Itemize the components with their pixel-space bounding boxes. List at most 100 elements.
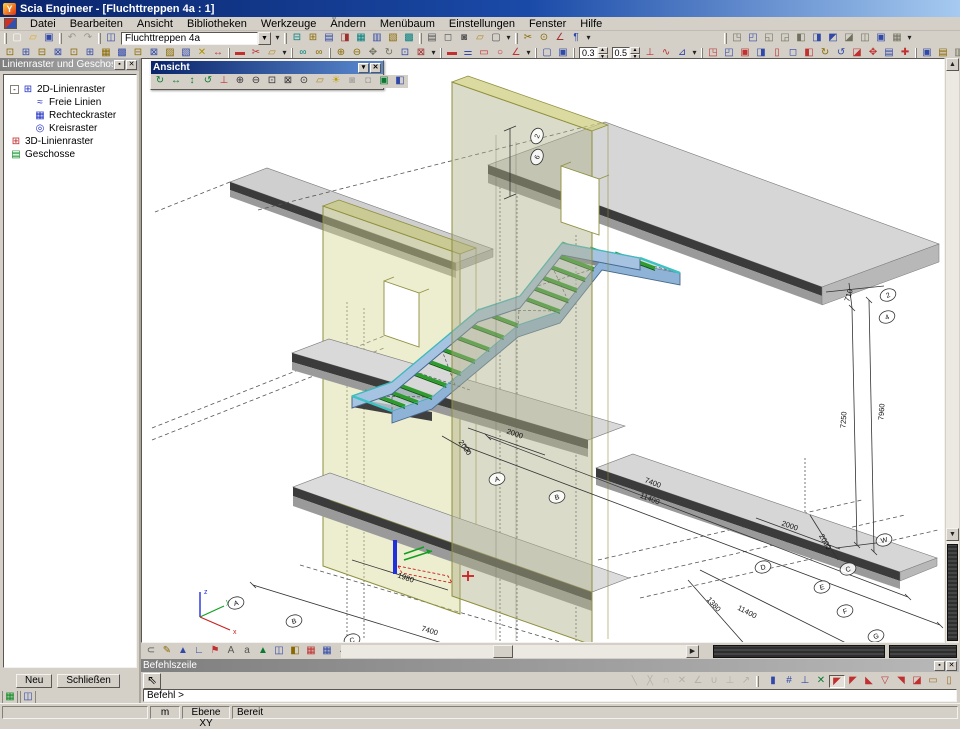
- toolbar-grip[interactable]: [291, 48, 293, 59]
- view-front-icon[interactable]: ◨: [809, 32, 825, 45]
- screenshot-icon[interactable]: ◙: [456, 32, 472, 45]
- tree-item-label[interactable]: Rechteckraster: [49, 110, 116, 121]
- clip-box-icon[interactable]: ▣: [873, 32, 889, 45]
- results-table-icon[interactable]: ▩: [401, 32, 417, 45]
- terrain-icon[interactable]: ▲: [255, 645, 271, 658]
- snap-surface-icon[interactable]: ▭: [925, 675, 941, 688]
- command-input[interactable]: Befehl >: [143, 689, 957, 702]
- project-combobox[interactable]: Fluchttreppen 4a ▼: [121, 32, 271, 45]
- snap-perp-icon[interactable]: ⊥: [722, 675, 738, 688]
- measure-icon[interactable]: ∠: [552, 32, 568, 45]
- zoom-all-icon[interactable]: ⊠: [280, 75, 296, 88]
- snap-cross-icon[interactable]: ╳: [642, 675, 658, 688]
- dropdown-arrow[interactable]: ▾: [504, 32, 513, 45]
- menu-item-datei[interactable]: Datei: [23, 17, 63, 31]
- menu-item-ansicht[interactable]: Ansicht: [130, 17, 180, 31]
- tree-item-rechteckraster[interactable]: ▦Rechteckraster: [8, 109, 136, 122]
- cursor-settings-icon[interactable]: ▮: [765, 675, 781, 688]
- spin-up-icon[interactable]: ▲: [630, 47, 640, 54]
- ansicht-header[interactable]: Ansicht ▾ ✕: [151, 61, 383, 74]
- toolbar-grip[interactable]: [573, 48, 575, 59]
- snap-ortho-point-icon[interactable]: ▽: [877, 675, 893, 688]
- open-view-icon[interactable]: ▱: [312, 75, 328, 88]
- ansicht-toolbar[interactable]: Ansicht ▾ ✕ ↻↔↕↺⊥⊕⊖⊡⊠⊙▱☀◙◘▣◧: [150, 60, 384, 90]
- menu-item-bibliotheken[interactable]: Bibliotheken: [180, 17, 254, 31]
- perspective-view-icon[interactable]: ◫: [857, 32, 873, 45]
- wireframe-view-icon[interactable]: ◳: [729, 32, 745, 45]
- snap-node-icon[interactable]: ◤: [845, 675, 861, 688]
- print-icon[interactable]: ▤: [424, 32, 440, 45]
- rendered-view-icon[interactable]: ◱: [761, 32, 777, 45]
- shaded-view-icon[interactable]: ◰: [745, 32, 761, 45]
- redo-icon[interactable]: ↷: [80, 32, 96, 45]
- snap-trash-icon[interactable]: ▯: [941, 675, 957, 688]
- zoom-window-icon[interactable]: ⊡: [264, 75, 280, 88]
- scroll-dark-thumb[interactable]: [947, 544, 958, 641]
- info-icon[interactable]: ¶: [568, 32, 584, 45]
- axes-icon[interactable]: ⊥: [216, 75, 232, 88]
- clipboard-icon[interactable]: ✂: [520, 32, 536, 45]
- render-icon[interactable]: ◙: [344, 75, 360, 88]
- dropdown-arrow[interactable]: ▾: [905, 32, 914, 45]
- toolbar-grip[interactable]: [228, 48, 230, 59]
- horizontal-scrollbar[interactable]: ▶: [341, 645, 699, 658]
- toolbar-grip[interactable]: [419, 33, 422, 44]
- menu-item-bearbeiten[interactable]: Bearbeiten: [63, 17, 130, 31]
- scroll-up-icon[interactable]: ▲: [946, 58, 959, 71]
- view-params-icon[interactable]: ◧: [392, 75, 408, 88]
- zoom-document-icon[interactable]: ⊙: [536, 32, 552, 45]
- orbit-view-icon[interactable]: ↺: [200, 75, 216, 88]
- snap-angle-icon[interactable]: ∠: [690, 675, 706, 688]
- camera-icon[interactable]: ◘: [360, 75, 376, 88]
- label-b-icon[interactable]: a: [239, 645, 255, 658]
- toolbar-grip[interactable]: [515, 33, 518, 44]
- close-icon[interactable]: ✕: [126, 60, 137, 70]
- pick-cursor-icon[interactable]: ⇖: [143, 673, 161, 689]
- toolbar-grip[interactable]: [4, 33, 7, 44]
- bim-toolbox-icon[interactable]: ▦: [353, 32, 369, 45]
- snap-ortho-icon[interactable]: ⊥: [797, 675, 813, 688]
- schliessen-button[interactable]: Schließen: [57, 674, 119, 688]
- expander-icon[interactable]: -: [10, 85, 19, 94]
- undo-icon[interactable]: ↶: [64, 32, 80, 45]
- toolbar-grip[interactable]: [701, 48, 703, 59]
- dropdown-arrow[interactable]: ▾: [584, 32, 593, 45]
- libraries-icon[interactable]: ⊞: [305, 32, 321, 45]
- new-project-icon[interactable]: ▢: [9, 32, 25, 45]
- close-all-icon[interactable]: ◫: [103, 32, 119, 45]
- snap-arc-icon[interactable]: ∩: [658, 675, 674, 688]
- view-manager-icon[interactable]: ▣: [376, 75, 392, 88]
- pin-icon[interactable]: ▪: [934, 661, 945, 671]
- snap-edge-icon[interactable]: ◪: [909, 675, 925, 688]
- snap-grid-icon[interactable]: #: [781, 675, 797, 688]
- toolbar-grip[interactable]: [59, 33, 62, 44]
- snap-endpoint-icon[interactable]: ◤: [829, 675, 845, 688]
- toolbar-grip[interactable]: [284, 33, 287, 44]
- vertical-scrollbar[interactable]: ▲ ▼: [946, 58, 959, 643]
- scroll-right-icon[interactable]: ▶: [686, 645, 699, 658]
- zoom-in-icon[interactable]: ⊕: [232, 75, 248, 88]
- tree-item-geschosse[interactable]: ▤Geschosse: [8, 148, 136, 161]
- snap-delete-icon[interactable]: ✕: [674, 675, 690, 688]
- flag-icon[interactable]: ⚑: [207, 645, 223, 658]
- grid-red-icon[interactable]: ▦: [303, 645, 319, 658]
- tree-item-label[interactable]: Freie Linien: [49, 97, 101, 108]
- stamp-icon[interactable]: ▲: [175, 645, 191, 658]
- hidden-lines-view-icon[interactable]: ◲: [777, 32, 793, 45]
- menu-item-hilfe[interactable]: Hilfe: [573, 17, 609, 31]
- snap-line-icon[interactable]: ╲: [626, 675, 642, 688]
- profile-icon[interactable]: ∟: [191, 645, 207, 658]
- snap-tangent-icon[interactable]: ∪: [706, 675, 722, 688]
- view-axo-icon[interactable]: ◪: [841, 32, 857, 45]
- print-preview-icon[interactable]: ◻: [440, 32, 456, 45]
- combobox-dropdown-icon[interactable]: ▼: [258, 32, 271, 45]
- zoom-view-icon[interactable]: ↕: [184, 75, 200, 88]
- snap-midpoint-icon[interactable]: ✕: [813, 675, 829, 688]
- link-icon[interactable]: ⊂: [143, 645, 159, 658]
- menu-item-werkzeuge[interactable]: Werkzeuge: [254, 17, 323, 31]
- menu-item-ndern[interactable]: Ändern: [323, 17, 372, 31]
- close-icon[interactable]: ✕: [946, 661, 957, 671]
- dark-bar-left[interactable]: [713, 645, 885, 658]
- toolbar-grip[interactable]: [756, 676, 759, 687]
- toolbar-grip[interactable]: [329, 48, 331, 59]
